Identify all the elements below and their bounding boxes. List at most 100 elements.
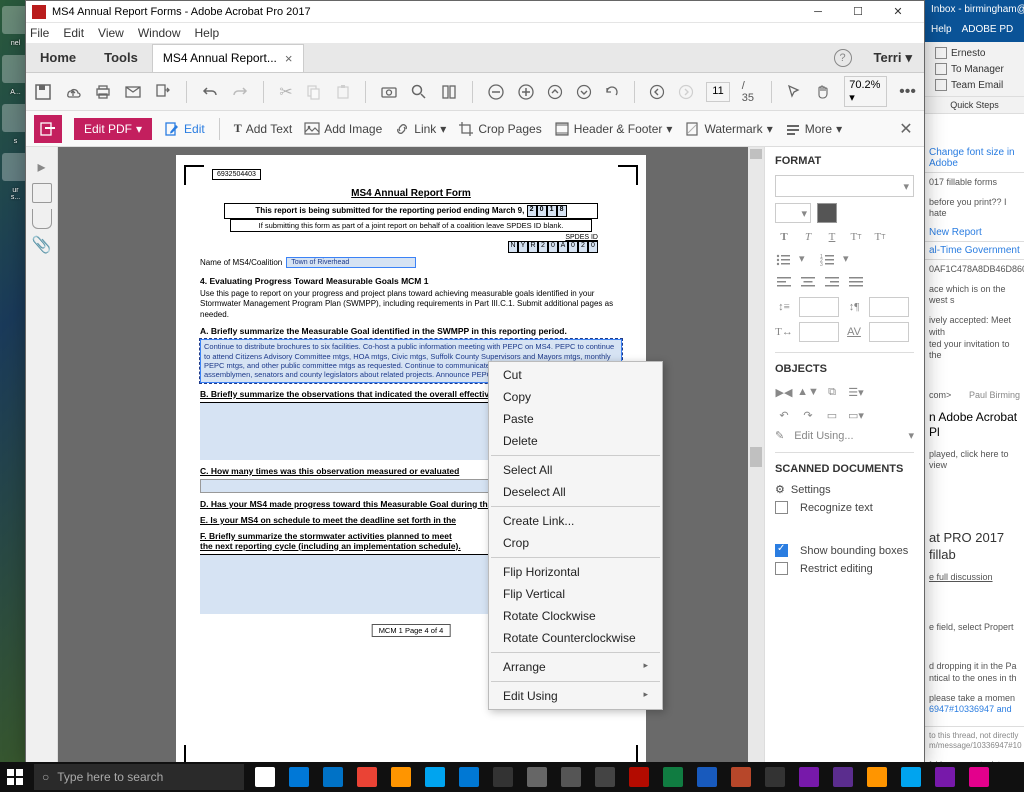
taskbar-app-icon[interactable] — [962, 762, 996, 792]
ctx-arrange[interactable]: Arrange — [489, 656, 662, 678]
flip-h-icon[interactable]: ▶◀ — [775, 383, 793, 401]
undo-icon[interactable] — [201, 82, 219, 102]
taskbar-app-icon[interactable] — [860, 762, 894, 792]
header-footer-button[interactable]: Header & Footer ▾ — [554, 121, 673, 137]
taskbar-app-icon[interactable] — [486, 762, 520, 792]
edit-using-button[interactable]: Edit Using... — [794, 430, 853, 442]
ctx-deselect-all[interactable]: Deselect All — [489, 481, 662, 503]
more-button[interactable]: More ▾ — [785, 121, 842, 137]
ms4-value-field[interactable]: Town of Riverhead — [286, 257, 416, 268]
attachment-panel-icon[interactable]: 📎 — [32, 235, 52, 255]
cut-icon[interactable]: ✂ — [278, 82, 295, 102]
settings-button[interactable]: ⚙ Settings — [775, 483, 914, 496]
paste-icon[interactable] — [335, 82, 352, 102]
italic-icon[interactable]: T — [799, 228, 817, 246]
full-discussion-link[interactable]: e full discussion — [925, 568, 1024, 588]
taskbar-app-icon[interactable] — [758, 762, 792, 792]
color-swatch[interactable] — [817, 203, 837, 223]
close-editbar-icon[interactable]: ✕ — [896, 119, 916, 139]
zoom-out-icon[interactable] — [487, 82, 505, 102]
crop-obj-icon[interactable]: ⧉ — [823, 383, 841, 401]
snapshot-icon[interactable] — [380, 82, 398, 102]
align-center-icon[interactable] — [799, 274, 817, 292]
zoom-in-icon[interactable] — [517, 82, 535, 102]
expand-nav-icon[interactable]: ▸ — [26, 157, 57, 177]
arrange-icon[interactable]: ▭ — [823, 406, 841, 424]
select-icon[interactable] — [786, 82, 803, 102]
save-icon[interactable] — [34, 82, 52, 102]
minimize-button[interactable]: ─ — [798, 2, 838, 22]
page-up-icon[interactable] — [547, 82, 564, 102]
font-size-select[interactable]: ▾ — [775, 203, 811, 223]
export-icon[interactable] — [154, 82, 172, 102]
taskbar-app-icon[interactable] — [316, 762, 350, 792]
menu-edit[interactable]: Edit — [63, 26, 84, 40]
ctx-crop[interactable]: Crop — [489, 532, 662, 554]
document-tab[interactable]: MS4 Annual Report... × — [152, 44, 304, 72]
ctx-rotate-ccw[interactable]: Rotate Counterclockwise — [489, 627, 662, 649]
horizontal-scale-select[interactable] — [799, 322, 839, 342]
align-justify-icon[interactable] — [847, 274, 865, 292]
ctx-flip-vertical[interactable]: Flip Vertical — [489, 583, 662, 605]
mail-icon[interactable] — [124, 82, 142, 102]
more-icon[interactable]: ••• — [899, 82, 916, 102]
show-bounding-boxes-checkbox[interactable]: Show bounding boxes — [775, 544, 914, 557]
align-obj-icon[interactable]: ☰▾ — [847, 383, 865, 401]
underline-icon[interactable]: T — [823, 228, 841, 246]
number-list-icon[interactable]: 123 — [819, 251, 837, 269]
ctx-delete[interactable]: Delete — [489, 430, 662, 452]
chevron-down-icon[interactable]: ▾ — [799, 252, 813, 268]
taskbar-app-icon[interactable] — [826, 762, 860, 792]
bold-icon[interactable]: T — [775, 228, 793, 246]
taskbar-app-icon[interactable] — [656, 762, 690, 792]
taskbar-app-icon[interactable] — [384, 762, 418, 792]
recognize-text-checkbox[interactable]: Recognize text — [775, 501, 914, 514]
collapse-panel-icon[interactable]: ▸ — [764, 447, 765, 487]
hand-icon[interactable] — [814, 82, 832, 102]
bullet-list-icon[interactable] — [775, 251, 793, 269]
quickstep-teamemail[interactable]: Team Email — [931, 77, 1018, 93]
taskbar-app-icon[interactable] — [452, 762, 486, 792]
search-icon[interactable] — [410, 82, 428, 102]
home-tab[interactable]: Home — [26, 43, 90, 72]
thread-2[interactable]: New Report — [925, 224, 1024, 242]
outlook-menu-adobe[interactable]: ADOBE PD — [962, 24, 1014, 40]
redo-icon[interactable] — [231, 82, 249, 102]
link-button[interactable]: Link ▾ — [394, 121, 446, 137]
next-view-icon[interactable] — [678, 82, 695, 102]
cloud-icon[interactable] — [64, 82, 82, 102]
quickstep-tomanager[interactable]: To Manager — [931, 61, 1018, 77]
crop-pages-button[interactable]: Crop Pages — [458, 121, 541, 137]
ctx-select-all[interactable]: Select All — [489, 459, 662, 481]
restrict-editing-checkbox[interactable]: Restrict editing — [775, 562, 914, 575]
line-spacing-select[interactable] — [799, 297, 839, 317]
taskbar-app-icon[interactable] — [554, 762, 588, 792]
start-button[interactable] — [0, 762, 30, 792]
watermark-button[interactable]: Watermark ▾ — [684, 121, 772, 137]
taskbar-app-icon[interactable] — [350, 762, 384, 792]
font-family-select[interactable]: ▾ — [775, 175, 914, 197]
thread-3[interactable]: al-Time Government — [925, 242, 1024, 260]
taskbar-app-icon[interactable] — [282, 762, 316, 792]
line-spacing-icon[interactable]: ↕≡ — [775, 298, 793, 316]
ctx-rotate-cw[interactable]: Rotate Clockwise — [489, 605, 662, 627]
char-spacing-icon[interactable]: AV — [845, 323, 863, 341]
close-tab-icon[interactable]: × — [285, 51, 293, 66]
taskbar-app-icon[interactable] — [792, 762, 826, 792]
ctx-create-link[interactable]: Create Link... — [489, 510, 662, 532]
thumbnail-panel-icon[interactable] — [32, 183, 52, 203]
flip-v-icon[interactable]: ▲▼ — [799, 383, 817, 401]
ctx-cut[interactable]: Cut — [489, 364, 662, 386]
char-spacing-select[interactable] — [869, 322, 909, 342]
outlook-menu-help[interactable]: Help — [931, 24, 952, 40]
paragraph-spacing-icon[interactable]: ↕¶ — [845, 298, 863, 316]
edit-button[interactable]: Edit — [164, 121, 205, 137]
help-icon[interactable]: ? — [834, 49, 852, 67]
taskbar-app-icon[interactable] — [724, 762, 758, 792]
taskbar-app-icon[interactable] — [588, 762, 622, 792]
menu-file[interactable]: File — [30, 26, 49, 40]
taskbar-app-icon[interactable] — [690, 762, 724, 792]
page-down-icon[interactable] — [575, 82, 592, 102]
chevron-down-icon[interactable]: ▾ — [908, 429, 914, 442]
taskbar-app-icon[interactable] — [894, 762, 928, 792]
